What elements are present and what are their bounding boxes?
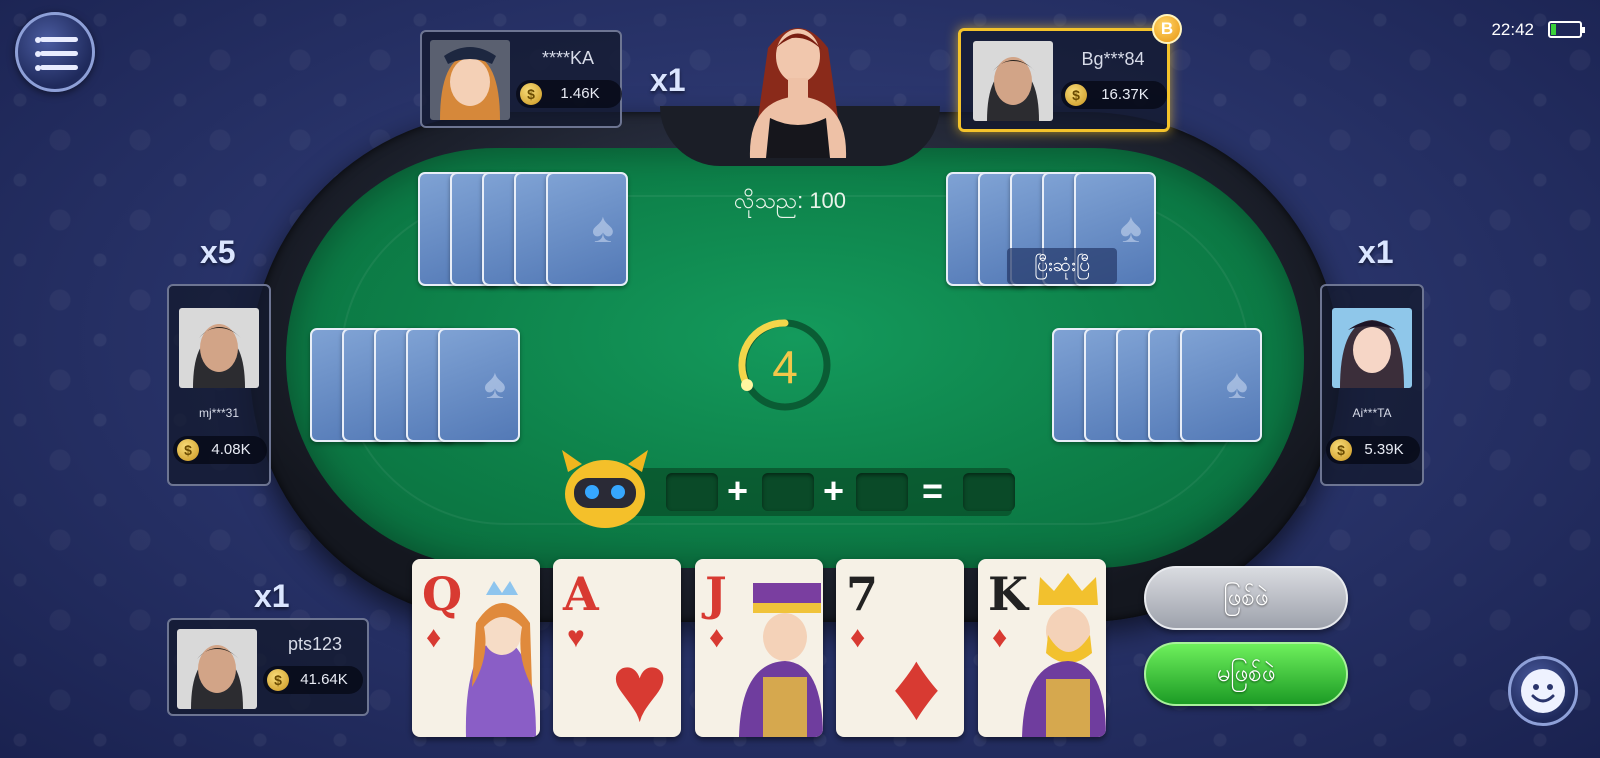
banker-badge: B <box>1152 14 1182 44</box>
hand-card[interactable]: K ♦ <box>978 559 1106 737</box>
player-panel-right[interactable]: Ai***TA $ 5.39K <box>1320 284 1424 486</box>
equals-sign: = <box>922 470 944 511</box>
card-back <box>438 328 520 442</box>
diamond-big-icon: ♦ <box>892 633 941 737</box>
coin-icon: $ <box>520 83 542 105</box>
player-multiplier: x1 <box>1358 234 1394 270</box>
equation-slot <box>666 473 718 511</box>
player-name: pts123 <box>287 634 343 654</box>
coin-icon: $ <box>177 439 199 461</box>
coin-icon: $ <box>1065 84 1087 106</box>
coin-icon: $ <box>267 669 289 691</box>
player-coins: $ 1.46K <box>516 80 622 108</box>
card-back <box>546 172 628 286</box>
player-multiplier: x1 <box>254 578 290 614</box>
player-multiplier: x5 <box>200 234 236 270</box>
hand-card[interactable]: A ♥ ♥ <box>553 559 681 737</box>
hand-card[interactable]: J ♦ <box>695 559 823 737</box>
diamond-suit-icon: ♦ <box>850 621 866 654</box>
king-figure <box>1022 573 1106 737</box>
timer-countdown: 4 <box>772 341 798 393</box>
battery-icon <box>1548 21 1585 38</box>
coin-amount: 16.37K <box>1101 86 1149 103</box>
equation-slot <box>762 473 814 511</box>
robot-icon[interactable] <box>560 446 650 530</box>
plus-sign: + <box>727 470 749 511</box>
player-name: ****KA <box>541 48 595 68</box>
player-multiplier: x1 <box>650 62 686 98</box>
clock: 22:42 <box>1491 20 1534 39</box>
emoji-button[interactable] <box>1508 656 1578 726</box>
heart-suit-icon: ♥ <box>567 621 585 654</box>
player-name: Bg***84 <box>1081 49 1145 69</box>
player-coins: $ 4.08K <box>173 436 267 464</box>
diamond-suit-icon: ♦ <box>426 621 442 654</box>
hand-card[interactable]: 7 ♦ ♦ <box>836 559 964 737</box>
player-coins: $ 16.37K <box>1061 81 1167 109</box>
smile-icon <box>1521 669 1565 713</box>
plus-sign: + <box>823 470 845 511</box>
player-coins: $ 5.39K <box>1326 436 1420 464</box>
equation-result-slot <box>963 473 1015 511</box>
dealer-avatar <box>749 28 847 158</box>
diamond-suit-icon: ♦ <box>709 621 725 654</box>
player-coins: $ 41.64K <box>263 666 363 694</box>
coin-amount: 1.46K <box>560 85 600 102</box>
bet-amount-label: လိုသည: 100 <box>733 188 847 213</box>
player-avatar <box>430 40 510 120</box>
card-rank: 7 <box>846 567 879 621</box>
heart-big-icon: ♥ <box>611 635 668 737</box>
player-avatar <box>177 629 257 709</box>
player-panel-top-left[interactable]: ****KA $ 1.46K <box>420 30 622 128</box>
card-rank: J <box>705 567 727 621</box>
player-avatar <box>179 308 259 388</box>
player-panel-left[interactable]: mj***31 $ 4.08K <box>167 284 271 486</box>
jack-figure <box>739 583 823 737</box>
player-avatar <box>1332 308 1412 388</box>
menu-line <box>40 51 78 56</box>
no-bull-button[interactable]: မဖြစ်ဖဲ <box>1144 642 1348 706</box>
menu-line <box>40 37 78 42</box>
player-panel-self[interactable]: pts123 $ 41.64K <box>167 618 369 716</box>
player-name: Ai***TA <box>1352 406 1392 420</box>
finished-tag: ပြီးဆုံးပြီ <box>1007 248 1117 284</box>
player-avatar <box>973 41 1053 121</box>
queen-figure <box>465 581 536 737</box>
equation-slot <box>856 473 908 511</box>
player-panel-top-right[interactable]: Bg***84 $ 16.37K <box>958 28 1170 132</box>
coin-icon: $ <box>1330 439 1352 461</box>
card-rank: A <box>563 567 599 621</box>
menu-line <box>40 65 78 70</box>
has-bull-button[interactable]: ဖြစ်ဖဲ <box>1144 566 1348 630</box>
diamond-suit-icon: ♦ <box>992 621 1008 654</box>
menu-button[interactable] <box>15 12 95 92</box>
hand-card[interactable]: Q ♦ <box>412 559 540 737</box>
card-back <box>1180 328 1262 442</box>
player-name: mj***31 <box>198 406 240 420</box>
